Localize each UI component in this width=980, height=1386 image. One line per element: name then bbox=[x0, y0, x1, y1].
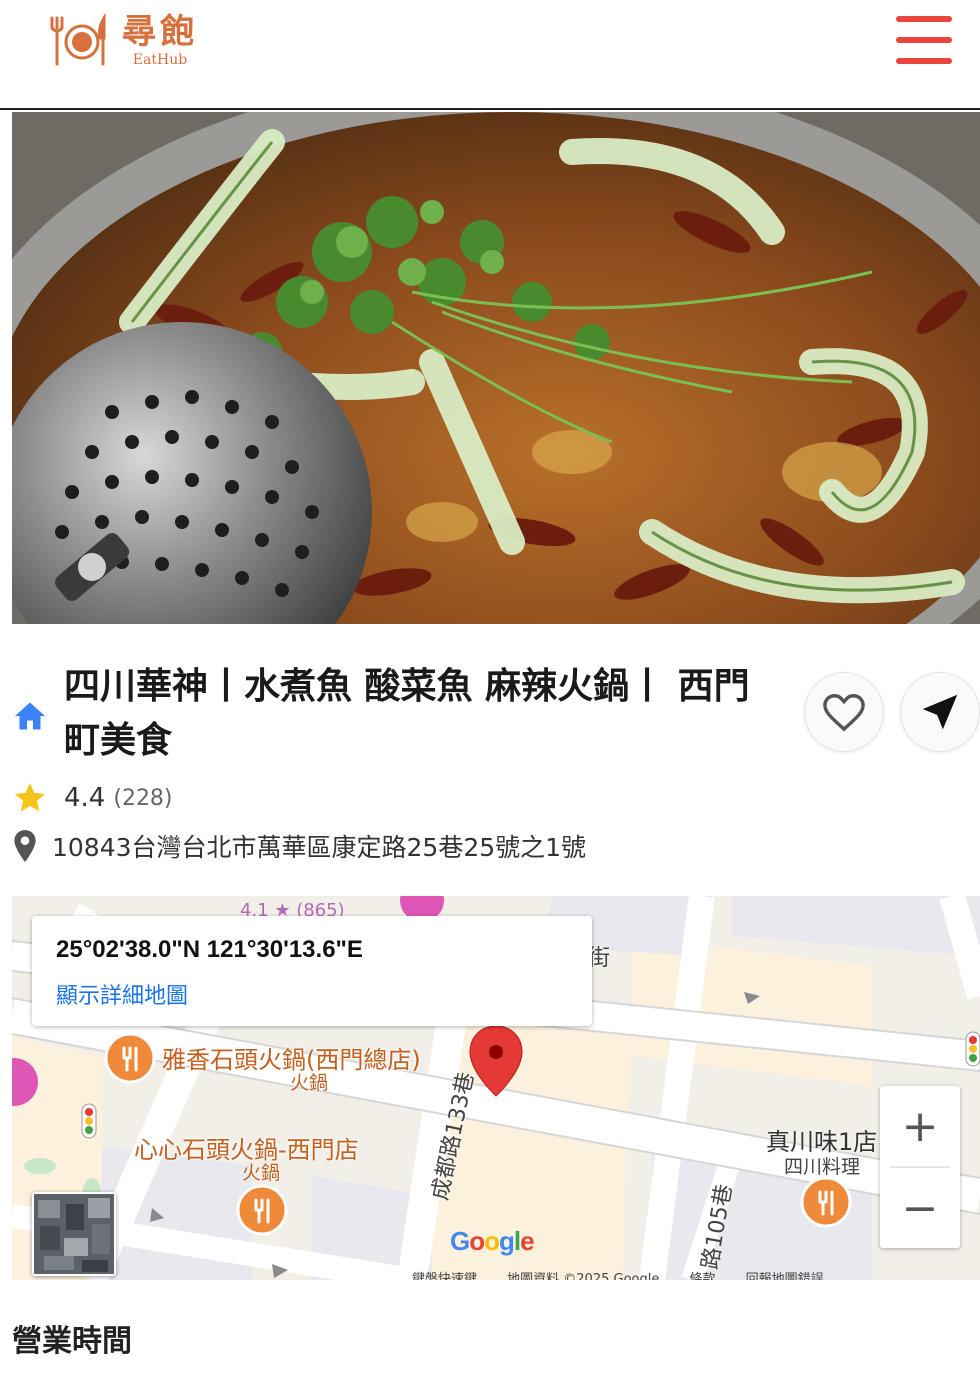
keyboard-shortcuts-link[interactable]: 鍵盤快速鍵 bbox=[412, 1272, 477, 1280]
zoom-out-button[interactable]: − bbox=[880, 1168, 960, 1248]
favorite-button[interactable] bbox=[804, 672, 884, 752]
poi-zhenchuanwei-category: 四川料理 bbox=[784, 1156, 861, 1178]
restaurant-name: 四川華神丨水煮魚 酸菜魚 麻辣火鍋丨 西門町美食 bbox=[64, 666, 750, 761]
map-footer: 鍵盤快速鍵 地圖資料 ©2025 Google 條款 回報地圖錯誤 bbox=[412, 1268, 980, 1280]
home-icon bbox=[15, 702, 45, 730]
show-detailed-map-link[interactable]: 顯示詳細地圖 bbox=[56, 978, 188, 1010]
google-logo: Google bbox=[450, 1226, 535, 1256]
app-header: 尋飽 EatHub bbox=[0, 0, 980, 110]
poi-yaxiang-category: 火鍋 bbox=[290, 1072, 329, 1094]
rating-value: 4.4 bbox=[64, 783, 106, 813]
heart-icon bbox=[823, 694, 865, 732]
eathub-logo[interactable]: 尋飽 EatHub bbox=[48, 12, 198, 70]
coordinates-text: 25°02'38.0"N 121°30'13.6"E bbox=[56, 936, 363, 963]
report-map-error-link[interactable]: 回報地圖錯誤 bbox=[746, 1272, 824, 1280]
satellite-thumbnail-icon bbox=[34, 1194, 114, 1274]
satellite-view-toggle[interactable] bbox=[32, 1192, 116, 1276]
map-data-attribution: 地圖資料 ©2025 Google bbox=[507, 1272, 660, 1280]
rating-row: 4.4 (228) bbox=[12, 778, 173, 818]
navigate-button[interactable] bbox=[900, 672, 980, 752]
restaurant-photo bbox=[12, 112, 980, 624]
location-pin-icon bbox=[14, 830, 36, 862]
fork-plate-knife-icon bbox=[50, 12, 106, 66]
address-text: 10843台灣台北市萬華區康定路25巷25號之1號 bbox=[52, 833, 587, 862]
star-icon bbox=[15, 783, 45, 812]
hamburger-menu-icon[interactable] bbox=[896, 16, 952, 64]
google-map[interactable]: 4.1 ★ (865) 雅香石頭火鍋(西門總店) 火鍋 心心石頭火鍋-西門店 火… bbox=[12, 896, 980, 1280]
review-count: (228) bbox=[113, 785, 173, 811]
logo-title: 尋飽 bbox=[122, 12, 198, 52]
terms-link[interactable]: 條款 bbox=[690, 1272, 716, 1280]
zoom-control: + − bbox=[880, 1086, 960, 1248]
logo-subtitle: EatHub bbox=[132, 52, 188, 68]
zoom-in-button[interactable]: + bbox=[880, 1086, 960, 1166]
restaurant-title-row: 四川華神丨水煮魚 酸菜魚 麻辣火鍋丨 西門町美食 bbox=[12, 660, 980, 770]
business-hours-heading: 營業時間 bbox=[12, 1324, 132, 1359]
navigation-arrow-icon bbox=[922, 694, 958, 730]
map-info-card: 25°02'38.0"N 121°30'13.6"E 顯示詳細地圖 bbox=[32, 916, 592, 1026]
poi-xinxin-category: 火鍋 bbox=[242, 1162, 281, 1184]
food-photo-illustration bbox=[12, 112, 980, 624]
address-row: 10843台灣台北市萬華區康定路25巷25號之1號 bbox=[12, 826, 586, 866]
